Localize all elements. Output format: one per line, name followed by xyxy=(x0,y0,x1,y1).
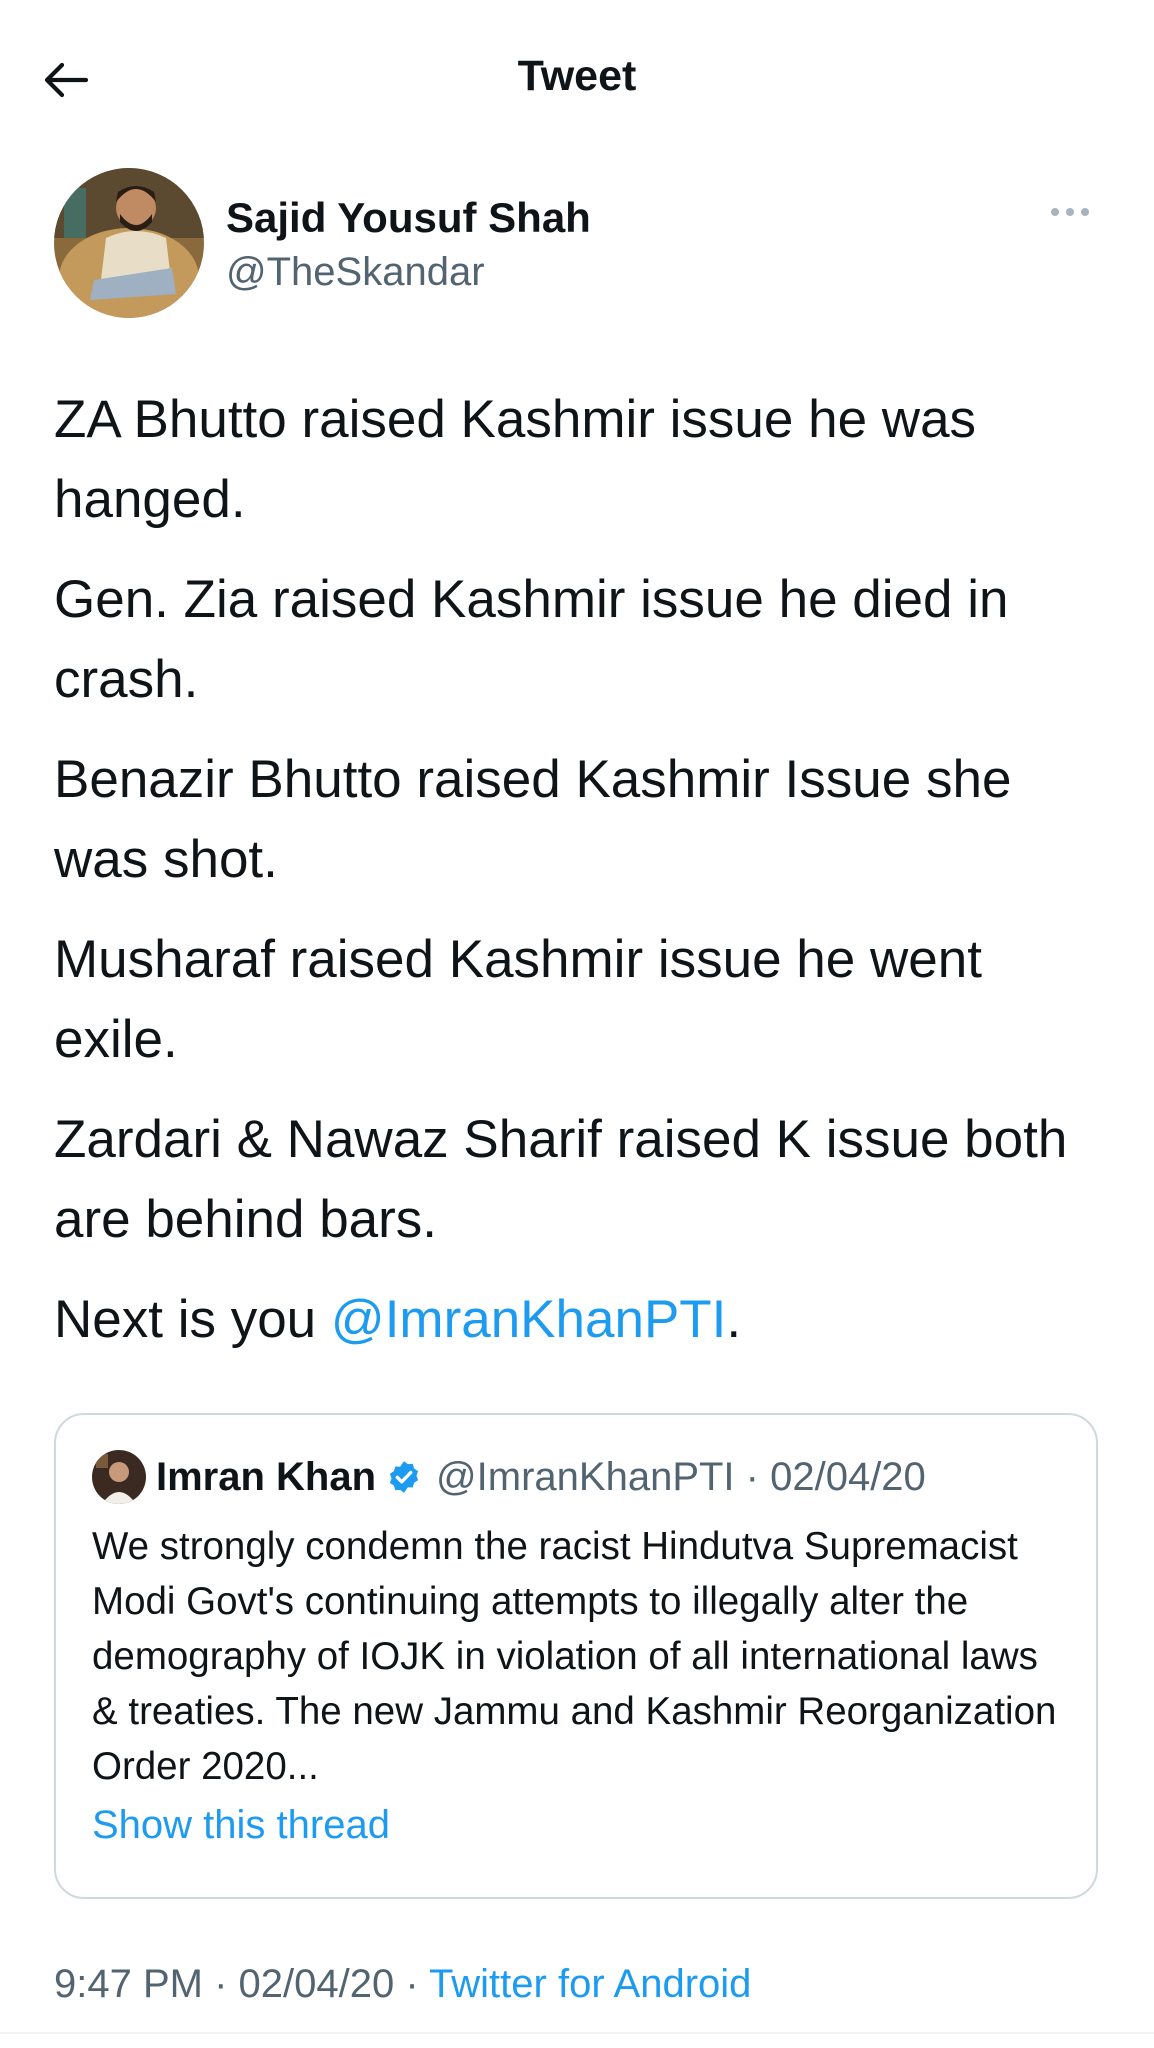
quoted-author-avatar xyxy=(92,1450,146,1504)
quoted-tweet-card[interactable]: Imran Khan @ImranKhanPTI · 02/04/20 We s… xyxy=(54,1413,1098,1899)
more-options-button[interactable] xyxy=(1040,194,1100,230)
tweet-line-last: Next is you @ImranKhanPTI. xyxy=(54,1280,1114,1360)
tweet-line-prefix: Next is you xyxy=(54,1290,331,1349)
tweet-metadata: 9:47 PM · 02/04/20 · Twitter for Android xyxy=(54,1962,751,2007)
tweet-line-suffix: . xyxy=(726,1290,742,1349)
quoted-author-name: Imran Khan xyxy=(156,1454,377,1499)
more-horizontal-icon xyxy=(1051,208,1089,216)
tweet-line: Benazir Bhutto raised Kashmir Issue she … xyxy=(54,750,1012,889)
tweet-timestamp: 9:47 PM · 02/04/20 · xyxy=(54,1962,430,2006)
author-name[interactable]: Sajid Yousuf Shah xyxy=(226,194,591,242)
tweet-line: Zardari & Nawaz Sharif raised K issue bo… xyxy=(54,1110,1068,1249)
tweet-author: Sajid Yousuf Shah @TheSkandar xyxy=(54,168,1100,324)
verified-badge-icon xyxy=(386,1459,422,1495)
quoted-handle-date: @ImranKhanPTI · 02/04/20 xyxy=(436,1454,926,1499)
author-avatar[interactable] xyxy=(54,168,204,318)
divider xyxy=(0,2032,1154,2034)
author-handle: @TheSkandar xyxy=(226,250,485,294)
tweet-text: ZA Bhutto raised Kashmir issue he was ha… xyxy=(54,380,1114,1380)
tweet-line: Gen. Zia raised Kashmir issue he died in… xyxy=(54,570,1009,709)
top-bar: Tweet xyxy=(0,0,1154,150)
mention-link[interactable]: @ImranKhanPTI xyxy=(331,1290,727,1349)
show-thread-link[interactable]: Show this thread xyxy=(92,1803,390,1848)
quoted-tweet-header: Imran Khan @ImranKhanPTI · 02/04/20 xyxy=(92,1449,1072,1505)
tweet-line: Musharaf raised Kashmir issue he went ex… xyxy=(54,930,982,1069)
page-title: Tweet xyxy=(517,52,637,100)
tweet-line: ZA Bhutto raised Kashmir issue he was ha… xyxy=(54,390,977,529)
quoted-tweet-text: We strongly condemn the racist Hindutva … xyxy=(92,1525,1057,1788)
tweet-source-link[interactable]: Twitter for Android xyxy=(429,1962,751,2006)
